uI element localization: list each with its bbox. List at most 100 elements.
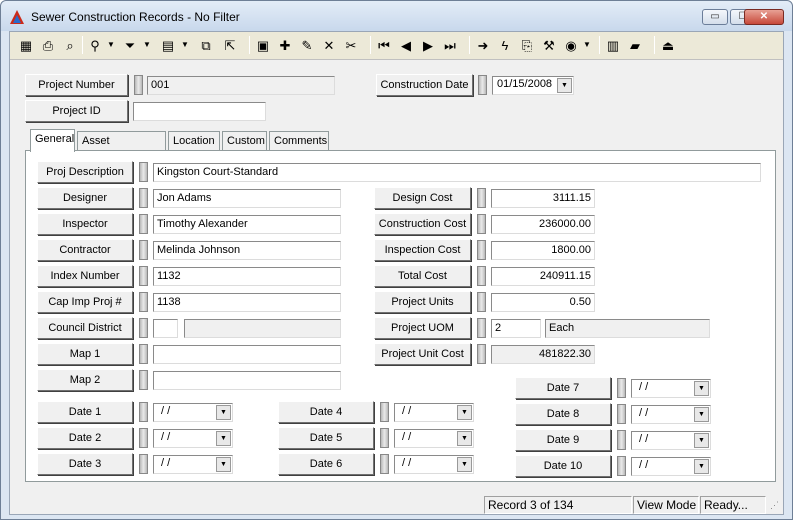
project-id-field[interactable] <box>133 102 266 121</box>
chevron-down-icon[interactable]: ▼ <box>216 405 231 420</box>
date-8-button[interactable]: Date 8 <box>515 403 611 425</box>
date-4-dropdown[interactable]: / / ▼ <box>394 403 474 422</box>
lightning-icon[interactable]: ϟ <box>495 35 515 55</box>
council-district-code-field[interactable] <box>153 319 178 338</box>
date-4-button[interactable]: Date 4 <box>278 401 374 423</box>
tab-location[interactable]: Location <box>168 131 220 151</box>
print-icon[interactable]: ⎙ <box>38 35 58 55</box>
date-2-dropdown[interactable]: / / ▼ <box>153 429 233 448</box>
tab-custom[interactable]: Custom <box>222 131 267 151</box>
cap-imp-proj-button[interactable]: Cap Imp Proj # <box>37 291 133 313</box>
date-1-dropdown[interactable]: / / ▼ <box>153 403 233 422</box>
last-record-icon[interactable]: ⏭ <box>440 35 460 55</box>
chevron-down-icon[interactable]: ▼ <box>557 78 572 93</box>
export-icon[interactable]: ⇱ <box>220 35 240 55</box>
binoculars-icon[interactable]: ⚲ <box>85 35 105 55</box>
map2-button[interactable]: Map 2 <box>37 369 133 391</box>
project-number-field[interactable]: 001 <box>147 76 335 95</box>
council-district-button[interactable]: Council District <box>37 317 133 339</box>
goto-arrow-icon[interactable]: ➜ <box>473 35 493 55</box>
tool-icon[interactable]: ⚒ <box>539 35 559 55</box>
date-9-dropdown[interactable]: / / ▼ <box>631 431 711 450</box>
globe-icon[interactable]: ◉ <box>561 35 581 55</box>
project-id-button[interactable]: Project ID <box>25 100 128 122</box>
project-uom-button[interactable]: Project UOM <box>374 317 471 339</box>
calculator-icon[interactable]: ▥ <box>603 35 623 55</box>
design-cost-field[interactable]: 3111.15 <box>491 189 595 208</box>
cut-icon[interactable]: ✂ <box>341 35 361 55</box>
first-record-icon[interactable]: ⏮ <box>374 35 394 55</box>
chevron-down-icon[interactable]: ▼ <box>143 35 151 55</box>
date-10-dropdown[interactable]: / / ▼ <box>631 457 711 476</box>
design-cost-button[interactable]: Design Cost <box>374 187 471 209</box>
date-1-button[interactable]: Date 1 <box>37 401 133 423</box>
total-cost-field[interactable]: 240911.15 <box>491 267 595 286</box>
construction-cost-field[interactable]: 236000.00 <box>491 215 595 234</box>
construction-date-dropdown[interactable]: 01/15/2008 ▼ <box>492 76 574 95</box>
designer-button[interactable]: Designer <box>37 187 133 209</box>
project-unit-cost-button[interactable]: Project Unit Cost <box>374 343 471 365</box>
chevron-down-icon[interactable]: ▼ <box>181 35 189 55</box>
cap-imp-proj-field[interactable]: 1138 <box>153 293 341 312</box>
date-6-button[interactable]: Date 6 <box>278 453 374 475</box>
chevron-down-icon[interactable]: ▼ <box>457 457 472 472</box>
tab-asset-distribution[interactable]: Asset Distribution <box>77 131 166 165</box>
chevron-down-icon[interactable]: ▼ <box>457 405 472 420</box>
date-7-button[interactable]: Date 7 <box>515 377 611 399</box>
filter-icon[interactable]: ⏷ <box>120 35 140 55</box>
proj-description-field[interactable]: Kingston Court-Standard <box>153 163 761 182</box>
construction-cost-button[interactable]: Construction Cost <box>374 213 471 235</box>
inspector-button[interactable]: Inspector <box>37 213 133 235</box>
close-button[interactable]: ✕ <box>744 9 784 25</box>
save-icon[interactable]: ▣ <box>253 35 273 55</box>
date-8-dropdown[interactable]: / / ▼ <box>631 405 711 424</box>
inspection-cost-field[interactable]: 1800.00 <box>491 241 595 260</box>
map1-field[interactable] <box>153 345 341 364</box>
copy-doc-icon[interactable]: ⧉ <box>196 35 216 55</box>
chevron-down-icon[interactable]: ▼ <box>107 35 115 55</box>
chevron-down-icon[interactable]: ▼ <box>694 433 709 448</box>
grid-icon[interactable]: ▦ <box>16 35 36 55</box>
project-number-button[interactable]: Project Number <box>25 74 128 96</box>
chevron-down-icon[interactable]: ▼ <box>457 431 472 446</box>
date-7-dropdown[interactable]: / / ▼ <box>631 379 711 398</box>
title-bar[interactable]: Sewer Construction Records - No Filter ▭… <box>1 1 792 31</box>
project-units-button[interactable]: Project Units <box>374 291 471 313</box>
date-5-button[interactable]: Date 5 <box>278 427 374 449</box>
date-10-button[interactable]: Date 10 <box>515 455 611 477</box>
report-icon[interactable]: ▤ <box>158 35 178 55</box>
index-number-button[interactable]: Index Number <box>37 265 133 287</box>
total-cost-button[interactable]: Total Cost <box>374 265 471 287</box>
designer-field[interactable]: Jon Adams <box>153 189 341 208</box>
date-3-dropdown[interactable]: / / ▼ <box>153 455 233 474</box>
construction-date-button[interactable]: Construction Date <box>376 74 473 96</box>
index-number-field[interactable]: 1132 <box>153 267 341 286</box>
chevron-down-icon[interactable]: ▼ <box>694 381 709 396</box>
date-2-button[interactable]: Date 2 <box>37 427 133 449</box>
prev-record-icon[interactable]: ◀ <box>396 35 416 55</box>
contractor-field[interactable]: Melinda Johnson <box>153 241 341 260</box>
map1-button[interactable]: Map 1 <box>37 343 133 365</box>
inspector-field[interactable]: Timothy Alexander <box>153 215 341 234</box>
chevron-down-icon[interactable]: ▼ <box>583 35 591 55</box>
date-6-dropdown[interactable]: / / ▼ <box>394 455 474 474</box>
minimize-button[interactable]: ▭ <box>702 9 728 25</box>
chevron-down-icon[interactable]: ▼ <box>694 459 709 474</box>
tab-comments[interactable]: Comments <box>269 131 329 151</box>
chevron-down-icon[interactable]: ▼ <box>694 407 709 422</box>
tab-general[interactable]: General <box>30 129 75 152</box>
new-record-icon[interactable]: ✚ <box>275 35 295 55</box>
print-preview-icon[interactable]: ⌕ <box>60 35 80 55</box>
book-icon[interactable]: ▰ <box>625 35 645 55</box>
inspection-cost-button[interactable]: Inspection Cost <box>374 239 471 261</box>
delete-icon[interactable]: ✕ <box>319 35 339 55</box>
next-record-icon[interactable]: ▶ <box>418 35 438 55</box>
contractor-button[interactable]: Contractor <box>37 239 133 261</box>
date-9-button[interactable]: Date 9 <box>515 429 611 451</box>
project-units-field[interactable]: 0.50 <box>491 293 595 312</box>
resize-grip-icon[interactable]: ⋰ <box>770 500 779 511</box>
proj-description-button[interactable]: Proj Description <box>37 161 133 183</box>
map2-field[interactable] <box>153 371 341 390</box>
date-5-dropdown[interactable]: / / ▼ <box>394 429 474 448</box>
chevron-down-icon[interactable]: ▼ <box>216 457 231 472</box>
